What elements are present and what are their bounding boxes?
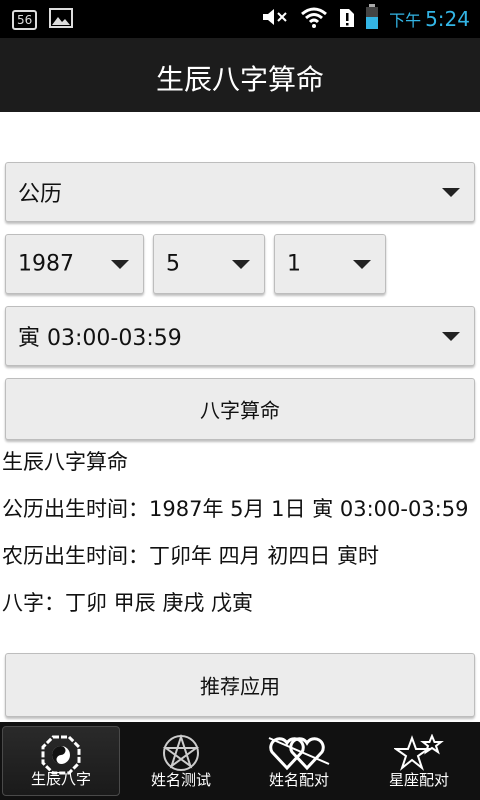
result-text: 生辰八字算命 公历出生时间：1987年 5月 1日 寅 03:00-03:59 … xyxy=(2,450,472,638)
sim-alert-icon xyxy=(339,6,355,32)
page-title: 生辰八字算命 xyxy=(155,63,324,96)
chevron-down-icon xyxy=(442,332,460,341)
hour-spinner[interactable]: 寅 03:00-03:59 xyxy=(5,306,475,366)
wifi-icon xyxy=(299,5,329,33)
tab-name-test[interactable]: 姓名测试 xyxy=(122,726,240,796)
calendar-type-spinner[interactable]: 公历 xyxy=(5,162,475,222)
year-spinner[interactable]: 1987 xyxy=(5,234,144,294)
tab-label: 星座配对 xyxy=(388,771,449,789)
chevron-down-icon xyxy=(232,260,250,269)
year-value: 1987 xyxy=(18,251,74,277)
chevron-down-icon xyxy=(111,260,129,269)
recommend-apps-label: 推荐应用 xyxy=(200,674,280,699)
bazi-calculate-button[interactable]: 八字算命 xyxy=(5,378,475,440)
tab-name-match[interactable]: 姓名配对 xyxy=(240,726,358,796)
bazi-calculate-label: 八字算命 xyxy=(200,398,280,423)
month-spinner[interactable]: 5 xyxy=(153,234,265,294)
recommend-apps-button[interactable]: 推荐应用 xyxy=(5,653,475,717)
bottom-tab-bar: 生辰八字 姓名测试 姓名配对 星座配对 xyxy=(0,722,480,800)
result-lunar: 农历出生时间：丁卯年 四月 初四日 寅时 xyxy=(2,544,380,568)
clock-time: 5:24 xyxy=(425,7,470,31)
status-bar: 56 下午 5:24 xyxy=(0,0,480,38)
result-heading: 生辰八字算命 xyxy=(2,450,128,474)
tab-label: 生辰八字 xyxy=(30,770,91,788)
mute-icon xyxy=(261,6,289,32)
result-gregorian: 公历出生时间：1987年 5月 1日 寅 03:00-03:59 xyxy=(2,497,469,521)
chevron-down-icon xyxy=(442,188,460,197)
main-content: 公历 1987 5 1 寅 03:00-03:59 八字算命 生辰八字算命 公历… xyxy=(0,112,480,722)
app-bar: 生辰八字算命 xyxy=(0,38,480,112)
tab-label: 姓名测试 xyxy=(150,771,211,789)
notification-badge: 56 xyxy=(12,10,38,30)
day-spinner[interactable]: 1 xyxy=(274,234,386,294)
clock-ampm: 下午 xyxy=(389,11,422,30)
tab-bazi[interactable]: 生辰八字 xyxy=(2,726,120,796)
calendar-type-value: 公历 xyxy=(18,182,63,207)
chevron-down-icon xyxy=(353,260,371,269)
tab-label: 姓名配对 xyxy=(268,771,329,789)
hour-value: 寅 03:00-03:59 xyxy=(18,326,182,351)
result-bazi: 八字：丁卯 甲辰 庚戌 戊寅 xyxy=(2,591,254,615)
day-value: 1 xyxy=(287,251,301,277)
image-notification-icon xyxy=(49,8,74,32)
tab-star-match[interactable]: 星座配对 xyxy=(360,726,478,796)
battery-icon xyxy=(365,4,379,34)
month-value: 5 xyxy=(166,251,180,277)
